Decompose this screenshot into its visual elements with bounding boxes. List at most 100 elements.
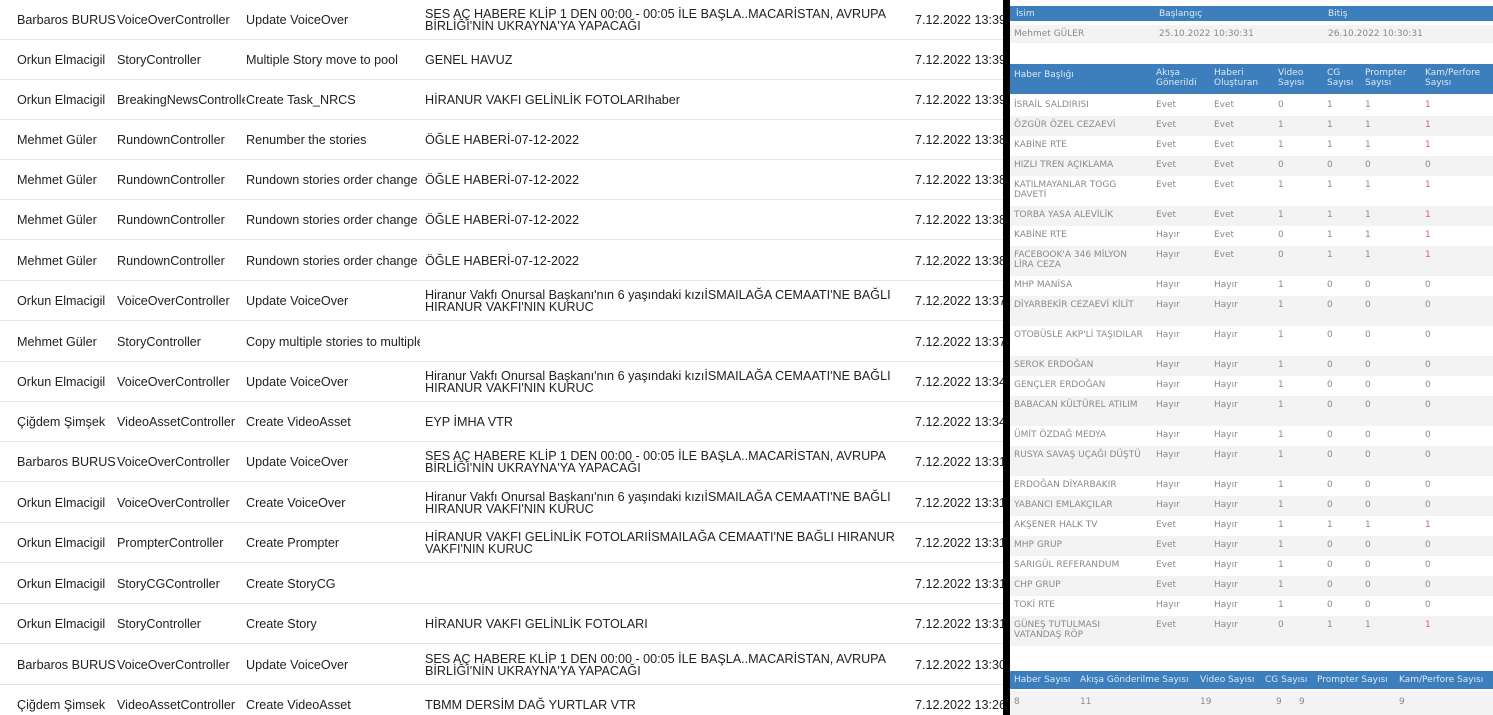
log-title: HİRANUR VAKFI GELİNLİK FOTOLARI: [425, 617, 648, 631]
news-row[interactable]: MHP GRUP Evet Hayır 1 0 0 0: [1010, 536, 1493, 556]
news-row[interactable]: ÜMİT ÖZDAĞ MEDYA Hayır Hayır 1 0 0 0: [1010, 426, 1493, 446]
news-created: Evet: [1214, 140, 1235, 150]
news-row[interactable]: HIZLI TREN AÇIKLAMA Evet Evet 0 0 0 0: [1010, 156, 1493, 176]
col-created: Haberi Oluşturan: [1214, 68, 1259, 88]
news-title: BABACAN KÜLTÜREL ATILIM: [1014, 400, 1138, 410]
news-row[interactable]: GÜNEŞ TUTULMASI VATANDAŞ RÖP Evet Hayır 0 1 1…: [1010, 616, 1493, 646]
person-header-row: İsim Başlangıç Bitiş: [1010, 6, 1493, 21]
news-cg: 0: [1327, 560, 1333, 570]
log-title: Hiranur Vakfı Onursal Başkanı'nın 6 yaşı…: [425, 490, 891, 516]
news-row[interactable]: YABANCI EMLAKÇILAR Hayır Hayır 1 0 0 0: [1010, 496, 1493, 516]
news-video: 1: [1278, 300, 1284, 310]
log-user: Orkun Elmacigil: [17, 617, 106, 631]
news-row[interactable]: BABACAN KÜLTÜREL ATILIM Hayır Hayır 1 0 0 0: [1010, 396, 1493, 426]
news-row[interactable]: İSRAİL SALDIRISI Evet Evet 0 1 1 1: [1010, 96, 1493, 116]
log-title: SES AÇ HABERE KLİP 1 DEN 00:00 - 00:05 İ…: [425, 7, 886, 33]
log-date: 7.12.2022 13:38: [915, 254, 1003, 268]
news-row[interactable]: DİYARBEKİR CEZAEVİ KİLİT Hayır Hayır 1 0 0 0: [1010, 296, 1493, 326]
news-cam: 0: [1425, 280, 1431, 290]
log-action: Update VoiceOver: [246, 375, 349, 389]
log-user: Orkun Elmacigil: [17, 577, 106, 591]
news-prompter: 0: [1365, 560, 1371, 570]
news-created: Hayır: [1214, 540, 1238, 550]
log-row[interactable]: Orkun Elmacigil PrompterController Create …: [0, 523, 1003, 563]
log-user: Orkun Elmacigil: [17, 496, 106, 510]
news-row[interactable]: SARIGÜL REFERANDUM Evet Hayır 1 0 0 0: [1010, 556, 1493, 576]
log-row[interactable]: Mehmet Güler RundownController Rundown sto…: [0, 241, 1003, 281]
news-row[interactable]: AKŞENER HALK TV Evet Hayır 1 1 1 1: [1010, 516, 1493, 536]
log-row[interactable]: Çiğdem Şimsek VideoAssetController Create …: [0, 685, 1003, 715]
sum-col-cam: Kam/Perfore Sayısı: [1399, 675, 1484, 685]
news-row[interactable]: KABİNE RTE Hayır Evet 0 1 1 1: [1010, 226, 1493, 246]
log-row[interactable]: Orkun Elmacigil VoiceOverController Update…: [0, 362, 1003, 402]
news-row[interactable]: GENÇLER ERDOĞAN Hayır Hayır 1 0 0 0: [1010, 376, 1493, 396]
log-row[interactable]: Mehmet Güler RundownController Rundown sto…: [0, 160, 1003, 200]
news-title: SEROK ERDOĞAN: [1014, 360, 1094, 370]
log-row[interactable]: Çiğdem Şimşek VideoAssetController Create …: [0, 402, 1003, 442]
news-row[interactable]: MHP MANİSA Hayır Hayır 1 0 0 0: [1010, 276, 1493, 296]
news-title: AKŞENER HALK TV: [1014, 520, 1098, 530]
news-created: Hayır: [1214, 620, 1238, 630]
log-row[interactable]: Orkun Elmacigil StoryController Multiple S…: [0, 40, 1003, 80]
log-row[interactable]: Orkun Elmacigil BreakingNewsController Cre…: [0, 80, 1003, 120]
log-action: Multiple Story move to pool: [246, 53, 398, 67]
log-title: Hiranur Vakfı Onursal Başkanı'nın 6 yaşı…: [425, 288, 891, 314]
log-title: SES AÇ HABERE KLİP 1 DEN 00:00 - 00:05 İ…: [425, 652, 886, 678]
news-row[interactable]: RUSYA SAVAŞ UÇAĞI DÜŞTÜ Hayır Hayır 1 0 0 0: [1010, 446, 1493, 476]
news-row[interactable]: SEROK ERDOĞAN Hayır Hayır 1 0 0 0: [1010, 356, 1493, 376]
news-row[interactable]: ERDOĞAN DİYARBAKIR Hayır Hayır 1 0 0 0: [1010, 476, 1493, 496]
news-sent: Hayır: [1156, 500, 1180, 510]
sum-video: 19: [1200, 697, 1212, 707]
log-row[interactable]: Orkun Elmacigil VoiceOverController Create…: [0, 483, 1003, 523]
log-row[interactable]: Barbaros BURUS VoiceOverController Update …: [0, 0, 1003, 40]
log-row[interactable]: Barbaros BURUS VoiceOverController Update …: [0, 645, 1003, 685]
news-cg: 0: [1327, 600, 1333, 610]
news-row[interactable]: FACEBOOK'A 346 MİLYON LİRA CEZA Hayır Evet…: [1010, 246, 1493, 276]
news-prompter: 1: [1365, 230, 1371, 240]
sum-prompter: 9: [1299, 697, 1305, 707]
news-row[interactable]: ÖZGÜR ÖZEL CEZAEVİ Evet Evet 1 1 1 1: [1010, 116, 1493, 136]
news-video: 0: [1278, 250, 1284, 260]
log-controller: VoiceOverController: [117, 496, 230, 510]
news-row[interactable]: TOKİ RTE Hayır Hayır 1 0 0 0: [1010, 596, 1493, 616]
news-cam: 1: [1425, 100, 1431, 110]
news-row[interactable]: TORBA YASA ALEVİLİK Evet Evet 1 1 1 1: [1010, 206, 1493, 226]
news-created: Hayır: [1214, 520, 1238, 530]
log-action: Rundown stories order change: [246, 254, 418, 268]
log-action: Rundown stories order change: [246, 213, 418, 227]
log-date: 7.12.2022 13:38: [915, 213, 1003, 227]
news-title: HIZLI TREN AÇIKLAMA: [1014, 160, 1114, 170]
news-title: SARIGÜL REFERANDUM: [1014, 560, 1120, 570]
news-sent: Evet: [1156, 100, 1177, 110]
news-video: 0: [1278, 160, 1284, 170]
log-row[interactable]: Orkun Elmacigil StoryController Create Sto…: [0, 604, 1003, 644]
news-row[interactable]: KABİNE RTE Evet Evet 1 1 1 1: [1010, 136, 1493, 156]
log-row[interactable]: Barbaros BURUS VoiceOverController Update …: [0, 442, 1003, 482]
news-row[interactable]: CHP GRUP Evet Hayır 1 0 0 0: [1010, 576, 1493, 596]
news-sent: Evet: [1156, 210, 1177, 220]
news-video: 1: [1278, 120, 1284, 130]
news-sent: Hayır: [1156, 280, 1180, 290]
news-sent: Hayır: [1156, 450, 1180, 460]
news-created: Hayır: [1214, 400, 1238, 410]
log-title: [425, 322, 895, 362]
news-created: Evet: [1214, 250, 1235, 260]
news-prompter: 0: [1365, 600, 1371, 610]
news-row[interactable]: KATILMAYANLAR TOGG DAVETİ Evet Evet 1 1 1 1: [1010, 176, 1493, 206]
news-title: İSRAİL SALDIRISI: [1014, 100, 1089, 110]
log-row[interactable]: Mehmet Güler RundownController Renumber th…: [0, 120, 1003, 160]
header-start: Başlangıç: [1159, 9, 1203, 19]
news-title: KABİNE RTE: [1014, 140, 1067, 150]
log-row[interactable]: Orkun Elmacigil StoryCGController Create S…: [0, 564, 1003, 604]
log-row[interactable]: Orkun Elmacigil VoiceOverController Update…: [0, 281, 1003, 321]
log-action: Rundown stories order change: [246, 173, 418, 187]
news-cam: 0: [1425, 160, 1431, 170]
header-name: İsim: [1016, 9, 1035, 19]
news-created: Evet: [1214, 120, 1235, 130]
log-row[interactable]: Mehmet Güler RundownController Rundown sto…: [0, 200, 1003, 240]
news-video: 1: [1278, 380, 1284, 390]
news-row[interactable]: OTOBÜSLE AKP'Lİ TAŞIDILAR Hayır Hayır 1 0 0 0: [1010, 326, 1493, 356]
news-prompter: 0: [1365, 330, 1371, 340]
log-controller: RundownController: [117, 213, 225, 227]
log-row[interactable]: Mehmet Güler StoryController Copy multiple…: [0, 322, 1003, 362]
